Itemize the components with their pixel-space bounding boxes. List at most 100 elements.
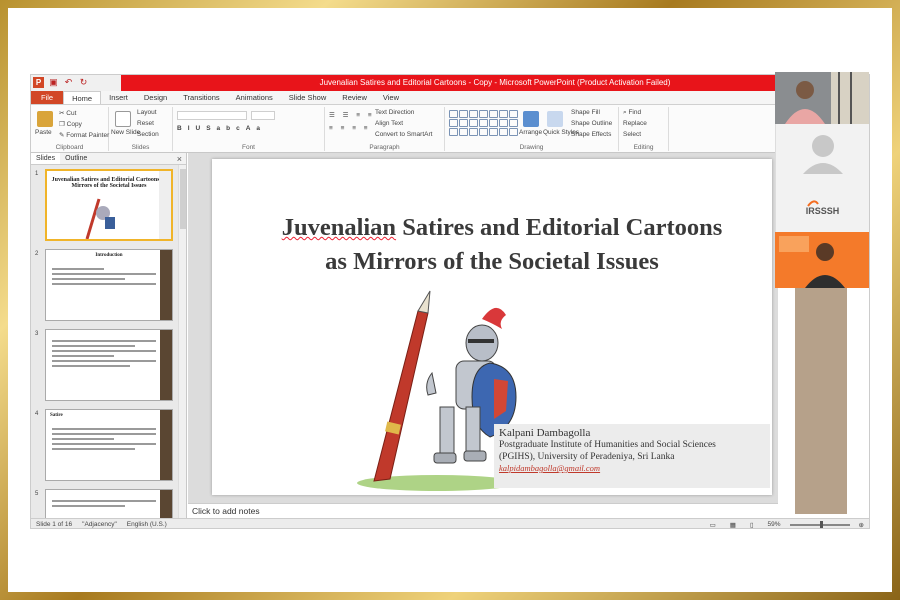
copy-button[interactable]: ❐ Copy [59,120,82,128]
thumb-lines [52,268,156,288]
pane-scrollbar[interactable] [178,165,186,518]
current-slide[interactable]: Juvenalian Satires and Editorial Cartoon… [212,159,772,495]
font-label: Font [241,144,255,151]
close-icon[interactable]: × [177,153,182,165]
redo-icon[interactable]: ↻ [78,77,89,88]
align-text-button[interactable]: Align Text [375,120,403,127]
tab-outline[interactable]: Outline [60,153,92,164]
video-tile-irsssh[interactable]: IRSSSH [775,124,869,232]
find-button[interactable]: ⌕ Find [623,109,641,117]
slide-thumbnail-2[interactable]: 2 Introduction [35,249,177,325]
author-box[interactable]: Kalpani Dambagolla Postgraduate Institut… [494,424,770,488]
tab-slides[interactable]: Slides [31,153,61,164]
title-bar: P ▣ ↶ ↻ Juvenalian Satires and Editorial… [31,75,869,91]
format-painter-button[interactable]: ✎ Format Painter [59,131,109,139]
arrange-icon[interactable] [523,111,539,127]
new-slide-icon[interactable] [115,111,131,127]
thumb-lines [52,428,156,453]
thumb-side-strip [160,330,172,400]
tab-design[interactable]: Design [136,91,175,104]
irsssh-badge: IRSSSH [805,206,840,216]
reset-button[interactable]: Reset [137,120,154,127]
tab-home[interactable]: Home [63,91,102,104]
slides-label: Slides [131,144,150,151]
brush-icon: ✎ [59,132,65,139]
tab-transitions[interactable]: Transitions [175,91,227,104]
select-button[interactable]: Select [623,131,641,138]
paste-button[interactable]: Paste [35,129,52,136]
shape-fill-button[interactable]: Shape Fill [571,109,600,116]
quick-access-toolbar: P ▣ ↶ ↻ [33,77,89,88]
thumb-side-strip [160,250,172,320]
align-buttons[interactable]: ≡ ≡ ≡ ≡ [329,125,371,132]
author-email[interactable]: kalpidambagolla@gmail.com [499,463,765,473]
font-group: BIUSabcAa Font [173,107,325,151]
scrollbar-thumb[interactable] [180,169,186,229]
arrange-button[interactable]: Arrange [519,129,542,136]
slide-sorter-icon[interactable]: ▦ [725,521,741,529]
thumb-title: Introduction [95,253,123,258]
new-slide-button[interactable]: New Slide [111,129,140,136]
slide-editor: Juvenalian Satires and Editorial Cartoon… [188,153,778,503]
thumb-number: 5 [35,491,39,497]
notes-pane[interactable]: Click to add notes [188,503,778,518]
section-button[interactable]: Section [137,131,159,138]
tab-slide-show[interactable]: Slide Show [281,91,335,104]
video-tile-presenter[interactable] [775,72,869,124]
zoom-slider[interactable] [789,520,850,528]
normal-view-icon[interactable]: ▭ [705,521,721,529]
thumb-title: Satire [50,413,63,418]
paste-icon[interactable] [37,111,53,127]
slide-thumbnail-1[interactable]: 1 Juvenalian Satires and Editorial Carto… [35,169,177,245]
pane-tabs: Slides Outline [31,153,186,165]
scissors-icon: ✂ [59,110,65,117]
font-family-box[interactable] [177,111,247,120]
shape-outline-button[interactable]: Shape Outline [571,120,612,127]
tab-file[interactable]: File [31,91,64,104]
video-tile-speaker[interactable] [775,232,869,288]
slide-thumbnail-5[interactable]: 5 [35,489,177,519]
language-indicator[interactable]: English (U.S.) [122,521,172,528]
fit-slide-icon[interactable]: ⊕ [854,521,869,529]
reading-view-icon[interactable]: ▯ [745,521,759,529]
font-size-box[interactable] [251,111,275,120]
thumb-side-strip [159,171,171,239]
slide-thumbnail-3[interactable]: 3 [35,329,177,405]
author-affiliation-1: Postgraduate Institute of Humanities and… [499,440,716,450]
clipboard-label: Clipboard [55,144,84,151]
cut-button[interactable]: ✂ Cut [59,109,76,117]
find-label: Find [628,109,642,116]
drawing-label: Drawing [519,144,544,151]
tab-review[interactable]: Review [334,91,375,104]
thumb-number: 1 [35,171,39,177]
quick-styles-icon[interactable] [547,111,563,127]
list-buttons[interactable]: ☰ ☰ ≡ ≡ [329,111,375,119]
title-line-2: as Mirrors of the Societal Issues [325,248,659,275]
copy-label: Copy [66,121,82,128]
font-format-buttons[interactable]: BIUSabcAa [177,125,266,132]
tab-insert[interactable]: Insert [101,91,136,104]
thumb-preview: Satire [45,409,173,481]
title-line-1-rest: Satires and Editorial Cartoons [396,214,723,241]
zoom-level[interactable]: 59% [763,521,786,528]
shapes-gallery[interactable] [449,110,518,136]
undo-icon[interactable]: ↶ [63,77,74,88]
convert-smartart-button[interactable]: Convert to SmartArt [375,131,432,138]
thumb-preview [45,329,173,401]
tab-view[interactable]: View [375,91,407,104]
text-direction-button[interactable]: Text Direction [375,109,414,116]
save-icon[interactable]: ▣ [48,77,59,88]
tab-animations[interactable]: Animations [228,91,281,104]
window-title: Juvenalian Satires and Editorial Cartoon… [121,75,869,91]
zoom-slider-handle[interactable] [819,520,823,528]
slide-thumbnail-4[interactable]: 4 Satire [35,409,177,485]
slide-title[interactable]: Juvenalian Satires and Editorial Cartoon… [212,211,772,279]
copy-icon: ❐ [59,121,65,128]
author-affiliation-2: (PGIHS), University of Peradeniya, Sri L… [499,452,675,462]
format-painter-label: Format Painter [66,132,110,139]
replace-button[interactable]: Replace [623,120,647,127]
thumb-number: 3 [35,331,39,337]
paragraph-group: ☰ ☰ ≡ ≡ ≡ ≡ ≡ ≡ Text Direction Align Tex… [325,107,445,151]
layout-button[interactable]: Layout [137,109,157,116]
shape-effects-button[interactable]: Shape Effects [571,131,611,138]
